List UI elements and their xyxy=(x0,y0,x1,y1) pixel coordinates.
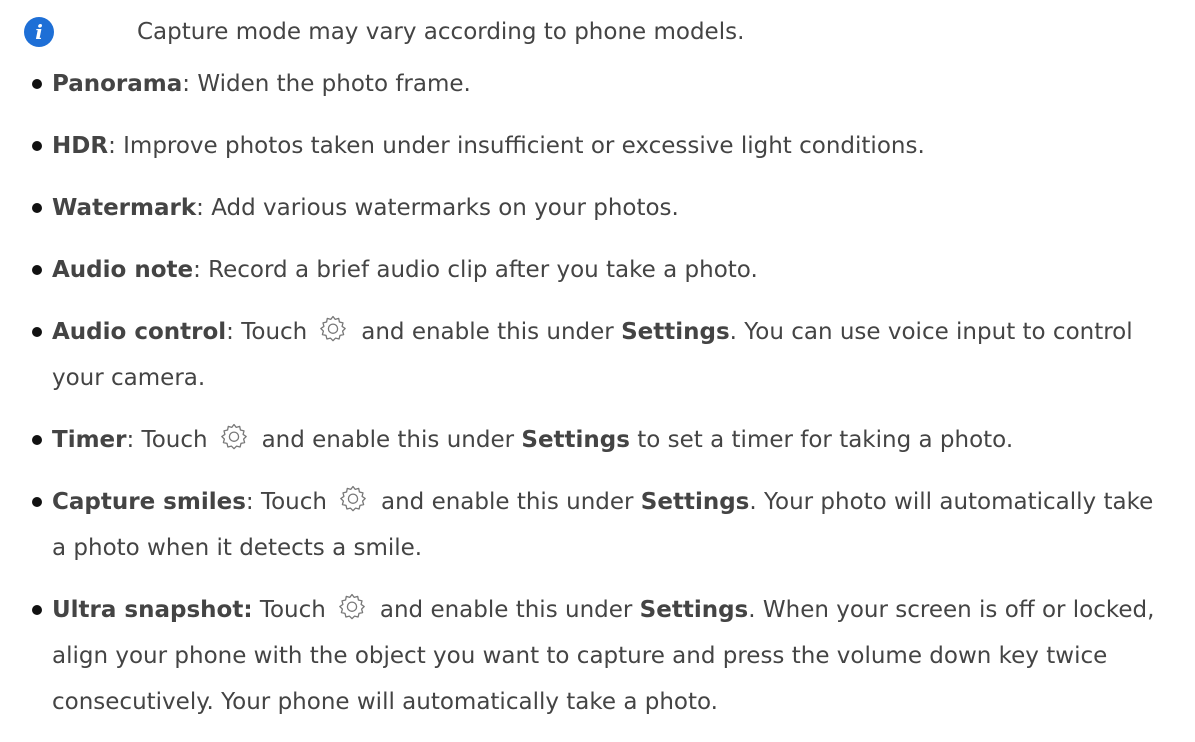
term-separator: : xyxy=(126,427,142,453)
list-item-text: Audio control: Touch and enable this unde… xyxy=(52,309,1162,401)
mode-description: Record a brief audio clip after you take… xyxy=(208,257,758,283)
info-note: i Capture mode may vary according to pho… xyxy=(24,12,744,52)
info-icon: i xyxy=(24,17,54,47)
mode-term: Watermark xyxy=(52,195,197,221)
settings-term: Settings xyxy=(640,489,750,515)
mode-description: Add various watermarks on your photos. xyxy=(211,195,679,221)
bullet xyxy=(32,141,42,151)
bullet xyxy=(32,435,42,445)
settings-gear-icon xyxy=(339,485,367,513)
bullet xyxy=(32,497,42,507)
bullet xyxy=(32,265,42,275)
mode-term: Timer xyxy=(52,427,127,453)
touch-text: Touch xyxy=(259,597,326,623)
enable-text: and enable this under xyxy=(361,319,614,345)
settings-term: Settings xyxy=(621,319,730,345)
term-separator: : xyxy=(196,195,212,221)
list-item-text: Ultra snapshot: Touch and enable this und… xyxy=(52,587,1162,725)
list-item-text: Timer: Touch and enable this under Settin… xyxy=(52,417,1162,463)
bullet xyxy=(32,327,42,337)
bullet xyxy=(32,79,42,89)
settings-gear-icon xyxy=(338,593,366,621)
list-item-text: Audio note: Record a brief audio clip af… xyxy=(52,247,1162,293)
settings-term: Settings xyxy=(521,427,630,453)
touch-text: Touch xyxy=(241,319,308,345)
term-separator: : xyxy=(245,489,261,515)
mode-term: HDR xyxy=(52,133,109,159)
term-separator: : xyxy=(226,319,242,345)
term-separator: : xyxy=(182,71,198,97)
mode-term: Audio control xyxy=(52,319,227,345)
mode-term: Capture smiles xyxy=(52,489,246,515)
list-item-text: Capture smiles: Touch and enable this und… xyxy=(52,479,1162,571)
mode-description: to set a timer for taking a photo. xyxy=(629,427,1014,453)
mode-term: Ultra snapshot: xyxy=(52,597,253,623)
term-separator xyxy=(253,597,260,623)
enable-text: and enable this under xyxy=(379,597,633,623)
mode-description: Widen the photo frame. xyxy=(197,71,471,97)
note-text: Capture mode may vary according to phone… xyxy=(137,19,745,45)
term-separator: : xyxy=(108,133,124,159)
touch-text: Touch xyxy=(141,427,208,453)
bullet xyxy=(32,203,42,213)
mode-term: Audio note xyxy=(52,257,194,283)
mode-term: Panorama xyxy=(52,71,183,97)
settings-gear-icon xyxy=(220,423,248,451)
list-item-text: HDR: Improve photos taken under insuffic… xyxy=(52,123,1162,169)
term-separator: : xyxy=(193,257,209,283)
bullet xyxy=(32,605,42,615)
touch-text: Touch xyxy=(260,489,327,515)
list-item-text: Panorama: Widen the photo frame. xyxy=(52,61,1162,107)
settings-term: Settings xyxy=(639,597,749,623)
list-item-text: Watermark: Add various watermarks on you… xyxy=(52,185,1162,231)
mode-description: Improve photos taken under insufficient … xyxy=(123,133,925,159)
settings-gear-icon xyxy=(319,315,347,343)
enable-text: and enable this under xyxy=(261,427,515,453)
enable-text: and enable this under xyxy=(380,489,634,515)
